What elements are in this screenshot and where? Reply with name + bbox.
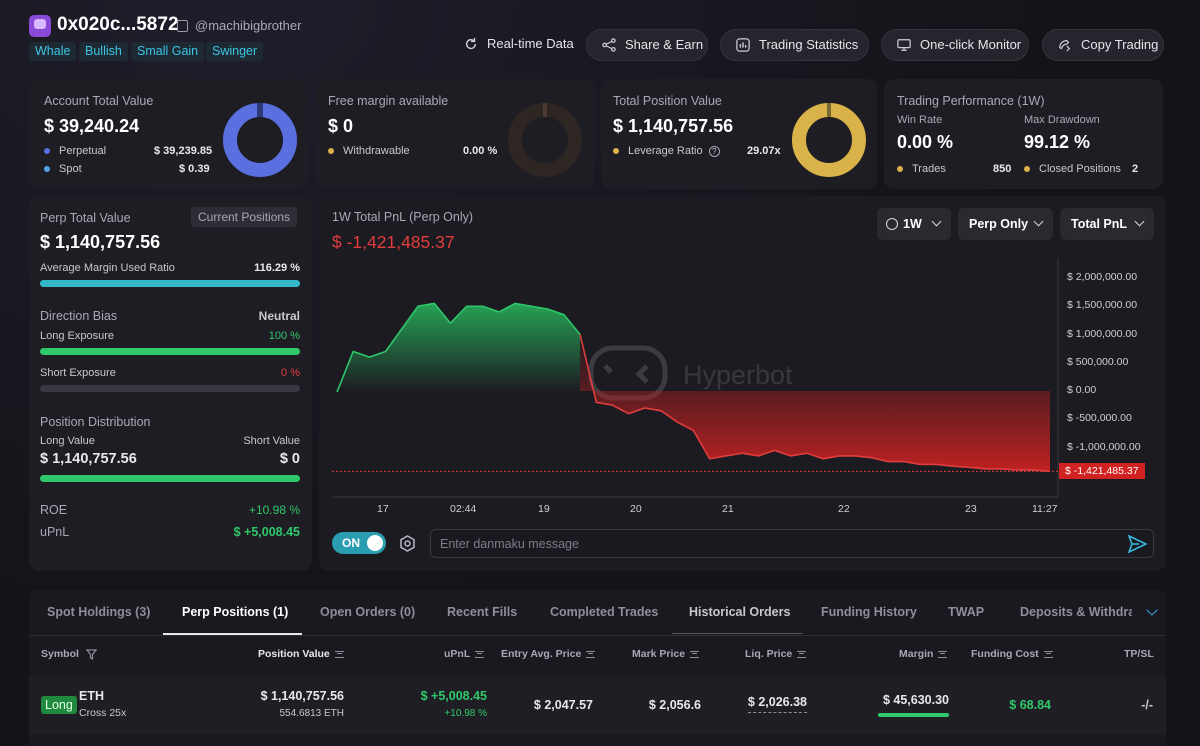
- x-tick-label: 17: [377, 503, 389, 515]
- y-tick-label: $ 0.00: [1067, 384, 1097, 396]
- sort-icon: [586, 650, 596, 658]
- row-mode: Cross 25x: [79, 707, 127, 719]
- send-icon[interactable]: [1128, 535, 1147, 553]
- row-margin: $ 45,630.30: [882, 693, 949, 707]
- row-position-size: 554.6813 ETH: [279, 708, 345, 719]
- sort-icon: [690, 650, 700, 658]
- sort-icon: [1043, 650, 1053, 658]
- tab-open-orders[interactable]: Open Orders (0): [320, 605, 415, 619]
- x-tick-label: 22: [838, 503, 850, 515]
- col-position-value[interactable]: Position Value: [258, 648, 344, 660]
- x-tick-label: 21: [722, 503, 734, 515]
- settings-icon[interactable]: [399, 535, 416, 552]
- row-entry-price: $ 2,047.57: [533, 698, 593, 712]
- last-value-label: $ -1,421,485.37: [1059, 463, 1145, 479]
- row-position-value: $ 1,140,757.56: [260, 689, 344, 703]
- tab-deposits-withdraw[interactable]: Deposits & Withdraw: [1020, 605, 1132, 619]
- tab-funding-history[interactable]: Funding History: [821, 605, 917, 619]
- x-tick-label: 02:44: [450, 503, 477, 515]
- col-entry-price[interactable]: Entry Avg. Price: [501, 648, 596, 660]
- col-mark-price[interactable]: Mark Price: [632, 648, 700, 660]
- col-symbol[interactable]: Symbol: [41, 648, 98, 660]
- hyperbot-watermark-text: Hyperbot: [683, 360, 793, 390]
- y-tick-label: $ 1,500,000.00: [1067, 299, 1138, 312]
- side-badge: Long: [41, 696, 77, 714]
- y-tick-label: $ 2,000,000.00: [1067, 271, 1138, 283]
- tab-twap[interactable]: TWAP: [948, 605, 984, 619]
- tab-spot-holdings[interactable]: Spot Holdings (3): [47, 605, 150, 619]
- tabs-divider: [29, 635, 1166, 636]
- pnl-positive-area: [337, 303, 581, 393]
- danmaku-toggle[interactable]: ON: [332, 532, 386, 554]
- row-upnl-pct: +10.98 %: [444, 708, 487, 719]
- hyperbot-watermark: [588, 345, 668, 401]
- tab-historical-orders[interactable]: Historical Orders: [689, 605, 790, 619]
- tab-recent-fills[interactable]: Recent Fills: [447, 605, 517, 619]
- sort-icon: [938, 650, 948, 658]
- pnl-chart: [332, 258, 1059, 498]
- x-tick-label: 20: [630, 503, 642, 515]
- tab-completed-trades[interactable]: Completed Trades: [550, 605, 658, 619]
- row-funding-cost: $ 68.84: [1009, 698, 1051, 712]
- x-tick-label: 23: [965, 503, 977, 515]
- pnl-negative-area: [580, 334, 1050, 472]
- col-upnl[interactable]: uPnL: [444, 648, 485, 660]
- tab-hover-underline: [672, 633, 803, 634]
- sort-icon: [475, 650, 485, 658]
- row-mark-price: $ 2,056.6: [648, 698, 701, 712]
- y-tick-label: $ -1,000,000.00: [1067, 440, 1141, 453]
- row-upnl: $ +5,008.45: [420, 689, 487, 703]
- tab-perp-positions[interactable]: Perp Positions (1): [182, 605, 288, 619]
- x-tick-label: 19: [538, 503, 550, 515]
- table-row[interactable]: [29, 676, 1166, 734]
- toggle-knob: [367, 535, 383, 551]
- y-tick-label: $ -500,000.00: [1067, 412, 1132, 425]
- filter-icon[interactable]: [85, 649, 98, 660]
- row-liq-price: $ 2,026.38: [747, 695, 807, 713]
- x-tick-label: 11:27: [1032, 503, 1058, 515]
- sort-icon: [797, 650, 807, 658]
- sort-icon: [334, 650, 344, 658]
- margin-bar: [878, 713, 949, 717]
- col-tpsl: TP/SL: [1124, 648, 1154, 660]
- danmaku-input[interactable]: Enter danmaku message: [430, 529, 1154, 558]
- y-tick-label: $ 500,000.00: [1067, 355, 1129, 368]
- row-tpsl[interactable]: -/-: [1141, 698, 1153, 712]
- row-symbol[interactable]: ETH: [79, 689, 104, 703]
- col-margin[interactable]: Margin: [899, 648, 948, 660]
- col-funding-cost[interactable]: Funding Cost: [971, 648, 1053, 660]
- y-tick-label: $ 1,000,000.00: [1067, 327, 1138, 340]
- col-liq-price[interactable]: Liq. Price: [745, 648, 807, 660]
